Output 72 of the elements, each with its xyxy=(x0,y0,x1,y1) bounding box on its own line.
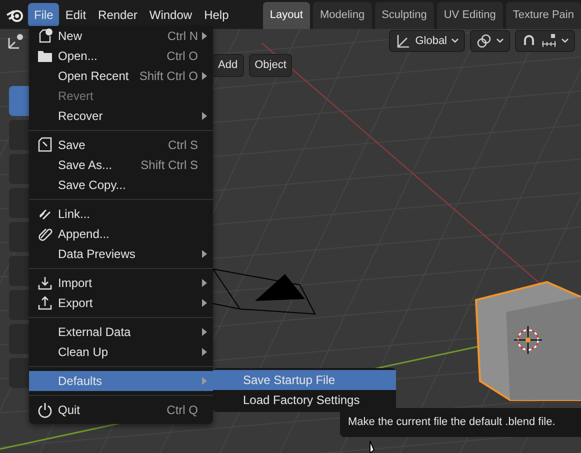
menu-label: Open Recent xyxy=(58,68,129,85)
menu-item[interactable]: Append... xyxy=(29,224,213,244)
menu-item[interactable]: Save Copy... xyxy=(29,175,213,195)
menu-item[interactable]: Render xyxy=(92,2,144,26)
menu-item[interactable]: Open... Ctrl O xyxy=(29,46,213,66)
workspace-tab[interactable]: UV Editing xyxy=(436,2,503,29)
mouse-pointer-icon xyxy=(370,440,375,453)
menu-label: Revert xyxy=(58,88,94,105)
menu-label: Defaults xyxy=(58,373,102,390)
tooltip: Make the current file the default .blend file. xyxy=(340,408,581,436)
cursor-drawing xyxy=(514,326,542,354)
import-icon xyxy=(37,275,53,291)
header-menu-button[interactable]: Object xyxy=(248,54,292,76)
menu-label: Open... xyxy=(58,48,98,65)
menu-item[interactable]: Import xyxy=(29,273,213,293)
shortcut-label: Ctrl Q xyxy=(166,402,198,419)
menu-item[interactable]: Save Ctrl S xyxy=(29,135,213,155)
link-circles-icon xyxy=(476,33,492,49)
workspace-tab[interactable]: Modeling xyxy=(312,2,372,29)
power-icon xyxy=(37,402,53,418)
shortcut-label: Shift Ctrl O xyxy=(139,68,198,85)
save-icon xyxy=(37,137,53,153)
menu-item[interactable]: Link... xyxy=(29,204,213,224)
menu-item[interactable]: Open Recent Shift Ctrl O xyxy=(29,66,213,86)
menu-label: Save Copy... xyxy=(58,177,126,194)
export-icon xyxy=(37,295,53,311)
menu-item[interactable]: Quit Ctrl Q xyxy=(29,400,213,420)
header-menu-button[interactable]: Add xyxy=(212,54,244,76)
chevron-down-icon xyxy=(451,38,459,44)
menu-item[interactable]: Defaults xyxy=(29,371,213,391)
menu-label: Clean Up xyxy=(58,344,108,361)
chevron-down-icon xyxy=(561,38,569,44)
menu-item[interactable]: Export xyxy=(29,293,213,313)
menu-item[interactable]: External Data xyxy=(29,322,213,342)
menu-label: Recover xyxy=(58,108,103,125)
new-file-icon xyxy=(37,28,53,44)
increment-icon xyxy=(541,33,557,49)
workspace-tab[interactable]: Layout xyxy=(262,2,310,29)
menu-label: External Data xyxy=(58,324,131,341)
menu-label: Quit xyxy=(58,402,80,419)
menu-item[interactable]: Recover xyxy=(29,106,213,126)
menu-item[interactable]: Help xyxy=(198,2,235,26)
folder-icon xyxy=(37,48,53,64)
pivot-dropdown[interactable] xyxy=(470,30,510,52)
snap-dropdown[interactable] xyxy=(515,30,575,52)
workspace-tab[interactable]: Texture Pain xyxy=(506,2,581,29)
menu-label: Save As... xyxy=(58,157,112,174)
shortcut-label: Shift Ctrl S xyxy=(140,157,198,174)
menu-label: New xyxy=(58,28,82,45)
menu-item[interactable]: Edit xyxy=(59,2,92,26)
menu-item[interactable]: Load Factory Settings xyxy=(213,390,396,410)
menu-item[interactable]: Data Previews xyxy=(29,244,213,264)
menu-label: Import xyxy=(58,275,92,292)
workspace-tab[interactable]: Sculpting xyxy=(374,2,434,29)
menu-label: Export xyxy=(58,295,93,312)
paperclip-icon xyxy=(37,226,53,242)
menu-label: Append... xyxy=(58,226,110,243)
menu-item[interactable]: Save Startup File xyxy=(213,370,396,390)
orientation-dropdown[interactable]: Global xyxy=(389,30,465,52)
menu-label: Data Previews xyxy=(58,246,136,263)
chevron-down-icon xyxy=(496,38,504,44)
shortcut-label: Ctrl O xyxy=(166,48,198,65)
menu-item[interactable]: New Ctrl N xyxy=(29,26,213,46)
menu-item[interactable]: Clean Up xyxy=(29,342,213,362)
menu-label: Link... xyxy=(58,206,90,223)
menu-label: Save xyxy=(58,137,86,154)
axes-icon xyxy=(395,33,412,49)
shortcut-label: Ctrl N xyxy=(167,28,198,45)
menu-item[interactable]: Window xyxy=(143,2,198,26)
menu-item[interactable]: Save As... Shift Ctrl S xyxy=(29,155,213,175)
shortcut-label: Ctrl S xyxy=(168,137,198,154)
menu-item[interactable]: File xyxy=(28,2,60,26)
